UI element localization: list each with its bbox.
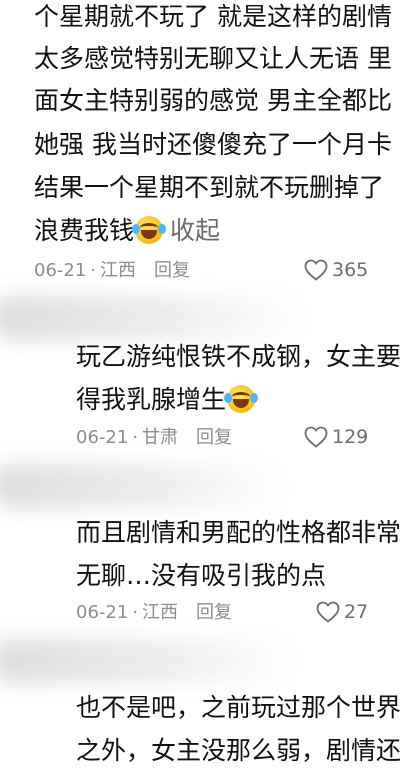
main-comment-line-1: 个星期就不玩了 就是这样的剧情 bbox=[34, 2, 392, 31]
comment-date: 06-21 bbox=[34, 260, 87, 281]
reply-button[interactable]: 回复 bbox=[154, 260, 190, 281]
heart-icon bbox=[316, 601, 340, 623]
reply-2-line-1: 而且剧情和男配的性格都非常 bbox=[76, 518, 400, 547]
main-comment-line-4: 她强 我当时还傻傻充了一个月卡 bbox=[34, 130, 392, 159]
comment-location: 甘肃 bbox=[142, 427, 179, 448]
like-button[interactable]: 129 bbox=[304, 425, 368, 449]
collapse-button[interactable]: 收起 bbox=[170, 216, 220, 245]
avatar bbox=[0, 463, 290, 509]
comment-thread: 个星期就不玩了 就是这样的剧情 太多感觉特别无聊又让人无语 里 面女主特别弱的感… bbox=[0, 0, 400, 771]
comment-location: 江西 bbox=[142, 602, 179, 623]
like-count: 129 bbox=[332, 426, 369, 448]
reply-2-meta: 06-21 · 江西 回复 bbox=[76, 602, 233, 623]
reply-1-line-2: 得我乳腺增生 bbox=[76, 385, 259, 415]
reply-1-line-1: 玩乙游纯恨铁不成钢，女主要 bbox=[76, 342, 400, 371]
reply-1-line-2-text: 得我乳腺增生 bbox=[76, 385, 227, 414]
like-button[interactable]: 365 bbox=[304, 258, 368, 282]
like-button[interactable]: 27 bbox=[316, 600, 368, 624]
reply-button[interactable]: 回复 bbox=[196, 602, 232, 623]
main-comment-line-5: 结果一个星期不到就不玩删掉了 bbox=[34, 173, 385, 202]
main-comment-last-line: 浪费我钱 收起 bbox=[34, 216, 220, 246]
comment-date: 06-21 bbox=[76, 427, 129, 448]
main-comment-meta: 06-21 · 江西 回复 bbox=[34, 260, 191, 281]
laugh-cry-emoji-icon bbox=[132, 216, 167, 244]
main-comment-line-6: 浪费我钱 bbox=[34, 216, 135, 245]
heart-icon bbox=[304, 426, 328, 448]
reply-1-meta: 06-21 · 甘肃 回复 bbox=[76, 427, 233, 448]
laugh-cry-emoji-icon bbox=[224, 385, 259, 413]
main-comment-line-2: 太多感觉特别无聊又让人无语 里 bbox=[34, 44, 392, 73]
avatar bbox=[0, 638, 300, 684]
reply-button[interactable]: 回复 bbox=[196, 427, 232, 448]
reply-2-line-2: 无聊…没有吸引我的点 bbox=[76, 561, 327, 590]
comment-location: 江西 bbox=[100, 260, 137, 281]
avatar bbox=[0, 295, 310, 341]
like-count: 27 bbox=[344, 601, 369, 623]
like-count: 365 bbox=[332, 259, 369, 281]
comment-date: 06-21 bbox=[76, 602, 129, 623]
heart-icon bbox=[304, 259, 328, 281]
reply-3-line-1: 也不是吧，之前玩过那个世界 bbox=[76, 693, 400, 722]
reply-3-line-2: 之外，女主没那么弱，剧情还 bbox=[76, 736, 400, 765]
main-comment-line-3: 面女主特别弱的感觉 男主全都比 bbox=[34, 86, 392, 115]
